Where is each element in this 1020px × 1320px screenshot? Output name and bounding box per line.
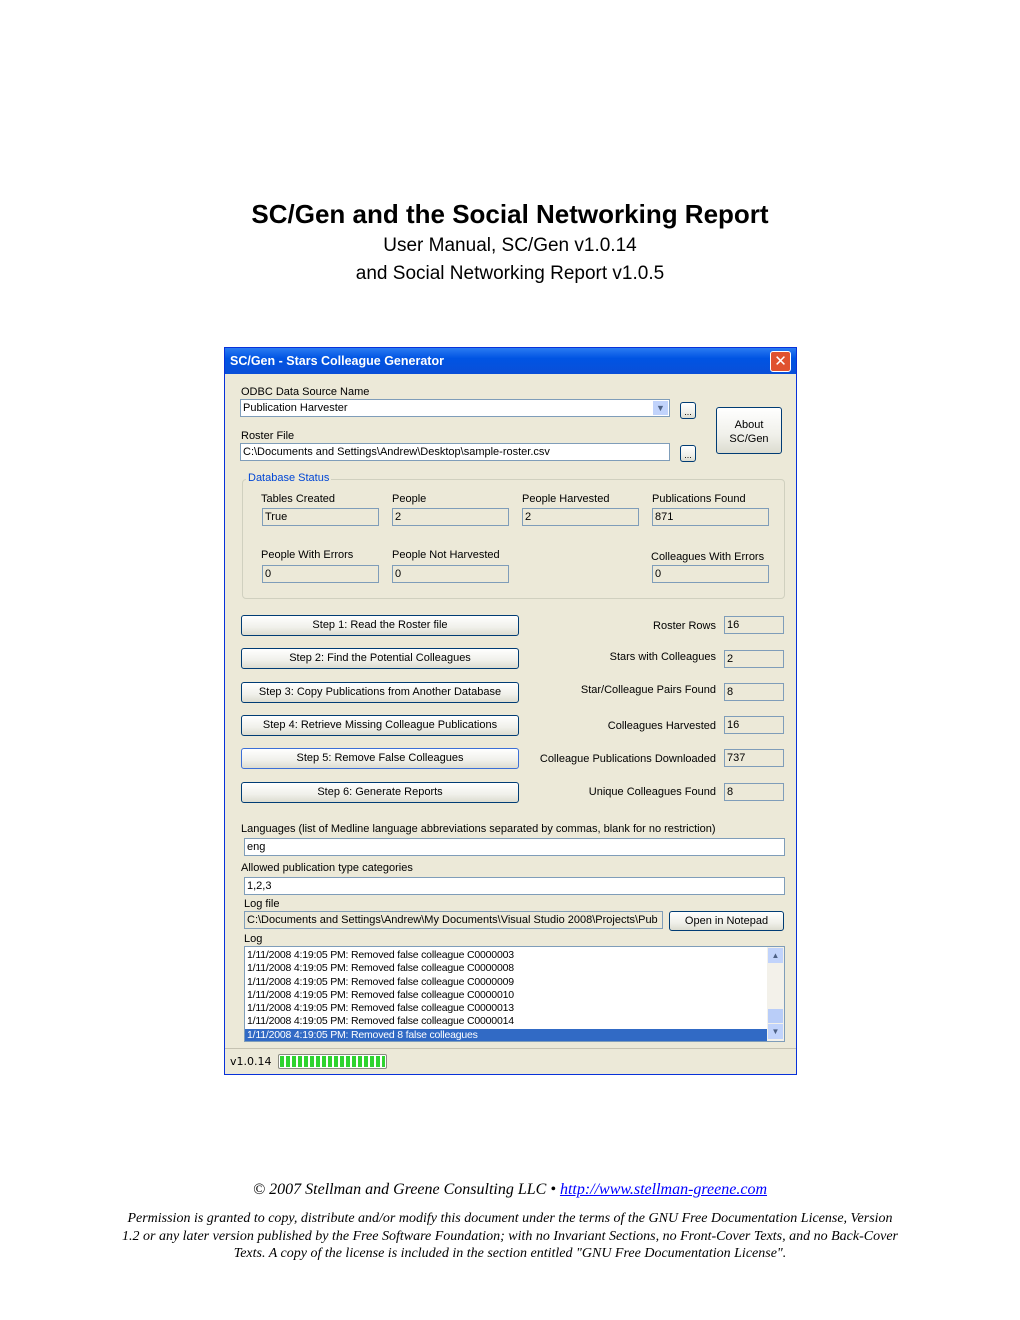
publications-found-value: 871 <box>652 508 769 526</box>
people-with-errors-value: 0 <box>262 565 379 583</box>
people-not-harvested-label: People Not Harvested <box>392 549 500 561</box>
odbc-label: ODBC Data Source Name <box>241 386 370 398</box>
log-entry[interactable]: 1/11/2008 4:19:05 PM: Removed false coll… <box>245 949 767 962</box>
colleagues-harvested-value: 16 <box>724 716 784 734</box>
scroll-thumb[interactable] <box>768 1009 783 1023</box>
title-bar: SC/Gen - Stars Colleague Generator <box>225 348 796 374</box>
tables-created-label: Tables Created <box>261 493 335 505</box>
odbc-combobox[interactable]: Publication Harvester <box>240 399 670 417</box>
pairs-found-label: Star/Colleague Pairs Found <box>580 684 716 696</box>
permission-line-1: Permission is granted to copy, distribut… <box>127 1211 893 1226</box>
progress-bar <box>278 1054 387 1069</box>
app-window-screenshot: SC/Gen - Stars Colleague Generator ✕ ODB… <box>224 347 797 1075</box>
pubtypes-label: Allowed publication type categories <box>241 862 413 874</box>
version-label: v1.0.14 <box>230 1055 272 1068</box>
languages-input[interactable]: eng <box>244 838 785 856</box>
document-subtitle-2: and Social Networking Report v1.0.5 <box>355 263 665 284</box>
log-entry[interactable]: 1/11/2008 4:19:05 PM: Removed false coll… <box>245 976 767 989</box>
status-divider <box>225 1048 796 1049</box>
roster-label: Roster File <box>241 430 295 442</box>
logfile-label: Log file <box>244 898 280 910</box>
people-with-errors-label: People With Errors <box>261 549 354 561</box>
pairs-found-value: 8 <box>724 683 784 701</box>
document-title: SC/Gen and the Social Networking Report <box>251 199 769 229</box>
copyright-line: © 2007 Stellman and Greene Consulting LL… <box>0 1181 1020 1199</box>
chevron-down-icon[interactable]: ▼ <box>653 401 668 415</box>
odbc-browse-button[interactable]: ... <box>680 402 696 419</box>
languages-label: Languages (list of Medline language abbr… <box>241 823 716 835</box>
permission-line-2: 1.2 or any later version published by th… <box>122 1228 898 1244</box>
stars-with-colleagues-label: Stars with Colleagues <box>609 651 716 663</box>
stars-with-colleagues-value: 2 <box>724 650 784 668</box>
people-not-harvested-value: 0 <box>392 565 509 583</box>
odbc-value: Publication Harvester <box>243 402 348 414</box>
copyright-text: © 2007 Stellman and Greene Consulting LL… <box>252 1181 556 1198</box>
roster-file-input[interactable]: C:\Documents and Settings\Andrew\Desktop… <box>240 443 670 461</box>
roster-browse-button[interactable]: ... <box>680 445 696 462</box>
permission-notice: Permission is granted to copy, distribut… <box>0 1210 1020 1263</box>
log-label: Log <box>244 933 263 945</box>
people-value: 2 <box>392 508 509 526</box>
log-entry-selected[interactable]: 1/11/2008 4:19:05 PM: Removed 8 false co… <box>245 1028 767 1041</box>
about-line-2: SC/Gen <box>729 433 769 445</box>
scroll-up-icon[interactable]: ▲ <box>768 948 783 963</box>
log-entry[interactable]: 1/11/2008 4:19:05 PM: Removed false coll… <box>245 962 767 975</box>
close-icon[interactable]: ✕ <box>770 351 791 372</box>
roster-rows-value: 16 <box>724 616 784 634</box>
unique-colleagues-label: Unique Colleagues Found <box>588 786 716 798</box>
tables-created-value: True <box>262 508 379 526</box>
log-entry[interactable]: 1/11/2008 4:19:05 PM: Removed false coll… <box>245 1002 767 1015</box>
people-harvested-label: People Harvested <box>522 493 610 505</box>
document-subtitle-1: User Manual, SC/Gen v1.0.14 <box>383 235 637 256</box>
about-line-1: About <box>734 419 764 431</box>
publications-downloaded-value: 737 <box>724 749 784 767</box>
about-button[interactable]: About SC/Gen <box>716 407 782 454</box>
log-entry[interactable]: 1/11/2008 4:19:05 PM: Removed false coll… <box>245 989 767 1002</box>
colleagues-with-errors-label: Colleagues With Errors <box>651 551 765 563</box>
progress-fill <box>280 1056 385 1067</box>
permission-line-3: Texts. A copy of the license is included… <box>233 1246 787 1261</box>
scroll-down-icon[interactable]: ▼ <box>768 1024 783 1039</box>
logfile-input[interactable]: C:\Documents and Settings\Andrew\My Docu… <box>244 911 663 929</box>
website-link[interactable]: http://www.stellman-greene.com <box>560 1181 767 1198</box>
roster-rows-label: Roster Rows <box>653 620 716 632</box>
people-label: People <box>392 493 427 505</box>
log-entry[interactable]: 1/11/2008 4:19:05 PM: Removed false coll… <box>245 1015 767 1028</box>
people-harvested-value: 2 <box>522 508 639 526</box>
publications-downloaded-label: Colleague Publications Downloaded <box>539 753 716 765</box>
pubtypes-input[interactable]: 1,2,3 <box>244 877 785 895</box>
colleagues-harvested-label: Colleagues Harvested <box>607 720 716 732</box>
log-scrollbar[interactable]: ▲ ▼ <box>767 947 784 1041</box>
open-in-notepad-button[interactable]: Open in Notepad <box>669 911 784 931</box>
colleagues-with-errors-value: 0 <box>652 565 769 583</box>
unique-colleagues-value: 8 <box>724 783 784 801</box>
log-listbox[interactable]: 1/11/2008 4:19:05 PM: Removed false coll… <box>244 946 785 1042</box>
publications-found-label: Publications Found <box>652 493 746 505</box>
database-status-legend: Database Status <box>246 472 332 484</box>
